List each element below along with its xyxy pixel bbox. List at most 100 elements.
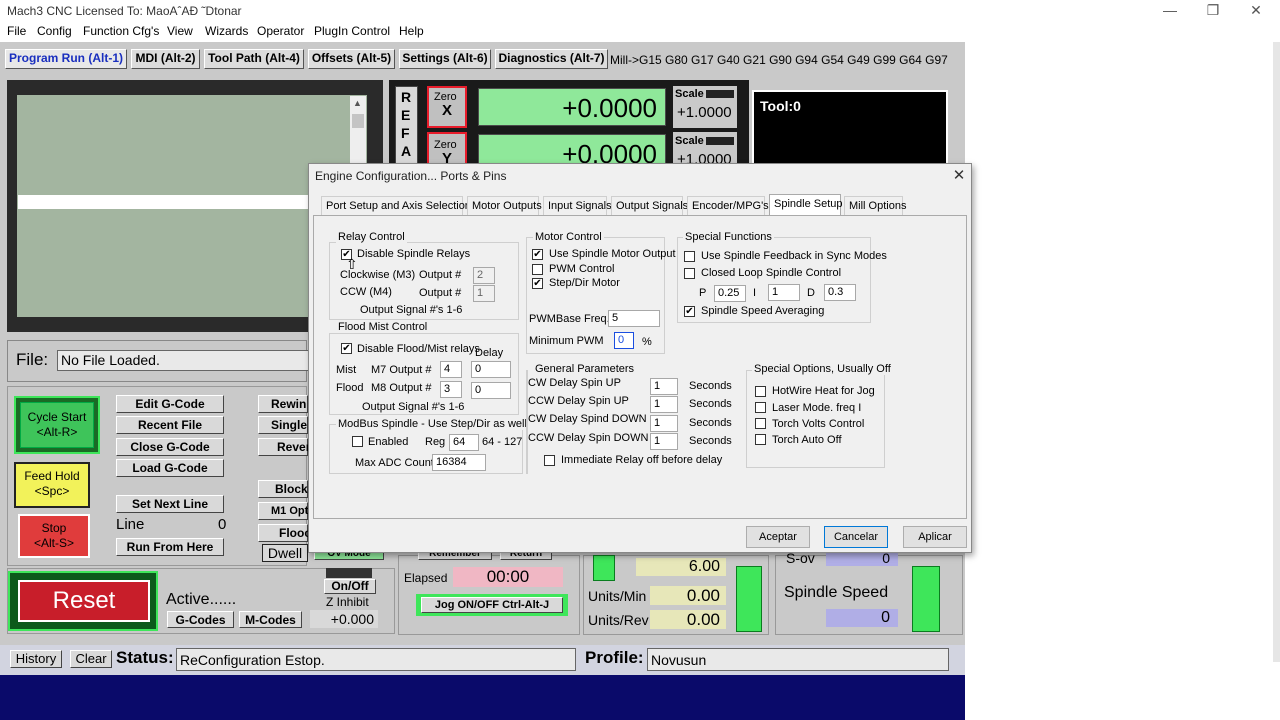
feed-hold-button[interactable]: Feed Hold <Spc> [14, 462, 90, 508]
tab-mdi[interactable]: MDI (Alt-2) [131, 49, 200, 69]
motor-control-title: Motor Control [533, 231, 604, 243]
line-label: Line [116, 516, 145, 533]
relay-control-title: Relay Control [336, 231, 407, 243]
disable-flood-mist-label: Disable Flood/Mist relays [357, 343, 480, 355]
closed-loop-checkbox[interactable] [684, 268, 695, 279]
delay-label: Delay [475, 347, 504, 359]
tab-encoder-mpgs[interactable]: Encoder/MPG's [687, 196, 769, 216]
pwmbase-field[interactable]: 5 [608, 310, 660, 327]
tab-port-setup[interactable]: Port Setup and Axis Selection [321, 196, 471, 216]
close-icon[interactable]: ✕ [1241, 2, 1271, 20]
tab-motor-outputs[interactable]: Motor Outputs [467, 196, 542, 216]
menu-view[interactable]: View [167, 24, 193, 38]
tab-tool-path[interactable]: Tool Path (Alt-4) [204, 49, 304, 69]
tab-output-signals[interactable]: Output Signals [611, 196, 688, 216]
history-button[interactable]: History [10, 650, 62, 668]
spindle-feedback-checkbox[interactable] [684, 251, 695, 262]
modbus-enabled-checkbox[interactable] [352, 436, 363, 447]
clear-button[interactable]: Clear [70, 650, 112, 668]
menu-wizards[interactable]: Wizards [205, 24, 248, 38]
run-from-here-button[interactable]: Run From Here [116, 538, 224, 556]
window-scrollbar[interactable] [1273, 42, 1280, 662]
menu-operator[interactable]: Operator [257, 24, 304, 38]
scale-x-led [706, 90, 734, 98]
torch-auto-off-checkbox[interactable] [755, 434, 766, 445]
torch-volts-checkbox[interactable] [755, 418, 766, 429]
immediate-relay-checkbox[interactable] [544, 455, 555, 466]
spindle-speed-value: 0 [826, 609, 898, 627]
units-rev-value: 0.00 [650, 610, 726, 629]
single-block-button[interactable]: Single B [258, 416, 319, 434]
menu-function-cfgs[interactable]: Function Cfg's [83, 24, 159, 38]
m8-delay-field[interactable]: 0 [471, 382, 511, 399]
ref-label: REFA [401, 89, 412, 159]
reset-button[interactable]: Reset [18, 580, 150, 622]
tab-offsets[interactable]: Offsets (Alt-5) [308, 49, 395, 69]
dialog-close-icon[interactable]: ✕ [949, 166, 969, 186]
close-gcode-button[interactable]: Close G-Code [116, 438, 224, 456]
menu-config[interactable]: Config [37, 24, 72, 38]
step-dir-checkbox[interactable]: ✔ [532, 278, 543, 289]
cancel-button[interactable]: Cancelar [824, 526, 888, 548]
tab-diagnostics[interactable]: Diagnostics (Alt-7) [495, 49, 608, 69]
menu-help[interactable]: Help [399, 24, 424, 38]
minimize-icon[interactable]: — [1155, 2, 1185, 20]
jog-toggle-button[interactable]: Jog ON/OFF Ctrl-Alt-J [421, 597, 563, 613]
reverse-run-button[interactable]: Rever [258, 438, 310, 456]
d-field[interactable]: 0.3 [824, 284, 856, 301]
flood-button[interactable]: Flooc [258, 524, 311, 542]
accept-button[interactable]: Aceptar [746, 526, 810, 548]
restore-icon[interactable]: ❐ [1198, 2, 1228, 20]
z-inhibit-onoff-button[interactable]: On/Off [324, 579, 376, 594]
disable-flood-mist-checkbox[interactable]: ✔ [341, 343, 352, 354]
use-spindle-motor-checkbox[interactable]: ✔ [532, 249, 543, 260]
edit-gcode-button[interactable]: Edit G-Code [116, 395, 224, 413]
mist-label: Mist [336, 364, 357, 376]
max-adc-field[interactable]: 16384 [432, 454, 486, 471]
gp-row-2-field[interactable]: 1 [650, 396, 678, 413]
dro-x[interactable]: +0.0000 [478, 88, 666, 126]
cycle-start-button[interactable]: Cycle Start <Alt-R> [20, 402, 94, 448]
hotwire-checkbox[interactable] [755, 386, 766, 397]
tab-spindle-setup[interactable]: Spindle Setup [769, 194, 843, 216]
pwmbase-label: PWMBase Freq. [529, 313, 610, 325]
m8-output-field[interactable]: 3 [440, 381, 462, 398]
gp-row-4-field[interactable]: 1 [650, 433, 678, 450]
m1-optional-stop-button[interactable]: M1 Opti [258, 502, 311, 520]
scroll-up-icon[interactable]: ▲ [353, 98, 362, 108]
i-label: I [753, 287, 757, 299]
apply-button[interactable]: Aplicar [903, 526, 967, 548]
tab-settings[interactable]: Settings (Alt-6) [399, 49, 491, 69]
gp-row-3-field[interactable]: 1 [650, 415, 678, 432]
min-pwm-field[interactable]: 0 [614, 332, 634, 349]
speed-averaging-checkbox[interactable]: ✔ [684, 306, 695, 317]
cw-output-label: Output # [419, 269, 462, 281]
laser-mode-checkbox[interactable] [755, 402, 766, 413]
p-field[interactable]: 0.25 [714, 285, 746, 302]
dwell-button[interactable]: Dwell [262, 544, 308, 562]
tab-program-run[interactable]: Program Run (Alt-1) [5, 49, 127, 69]
gp-row-1-field[interactable]: 1 [650, 378, 678, 395]
tab-input-signals[interactable]: Input Signals [543, 196, 612, 216]
stop-button[interactable]: Stop <Alt-S> [18, 514, 90, 558]
gcodes-button[interactable]: G-Codes [167, 611, 234, 628]
block-delete-button[interactable]: Block [258, 480, 308, 498]
flood-label: Flood [336, 382, 364, 394]
i-field[interactable]: 1 [768, 284, 800, 301]
modbus-reg-field[interactable]: 64 [449, 434, 479, 451]
mcodes-button[interactable]: M-Codes [239, 611, 302, 628]
load-gcode-button[interactable]: Load G-Code [116, 459, 224, 477]
scroll-thumb[interactable] [352, 114, 364, 128]
menu-plugin-control[interactable]: PlugIn Control [314, 24, 390, 38]
recent-file-button[interactable]: Recent File [116, 416, 224, 434]
cw-output-field[interactable]: 2 [473, 267, 495, 284]
tab-mill-options[interactable]: Mill Options [844, 196, 906, 216]
z-inhibit-led [326, 568, 372, 578]
set-next-line-button[interactable]: Set Next Line [116, 495, 224, 513]
pwm-control-checkbox[interactable] [532, 264, 543, 275]
m7-delay-field[interactable]: 0 [471, 361, 511, 378]
ccw-output-field[interactable]: 1 [473, 285, 495, 302]
m7-output-field[interactable]: 4 [440, 361, 462, 378]
menu-file[interactable]: File [7, 24, 26, 38]
rewind-button[interactable]: Rewin [258, 395, 308, 413]
